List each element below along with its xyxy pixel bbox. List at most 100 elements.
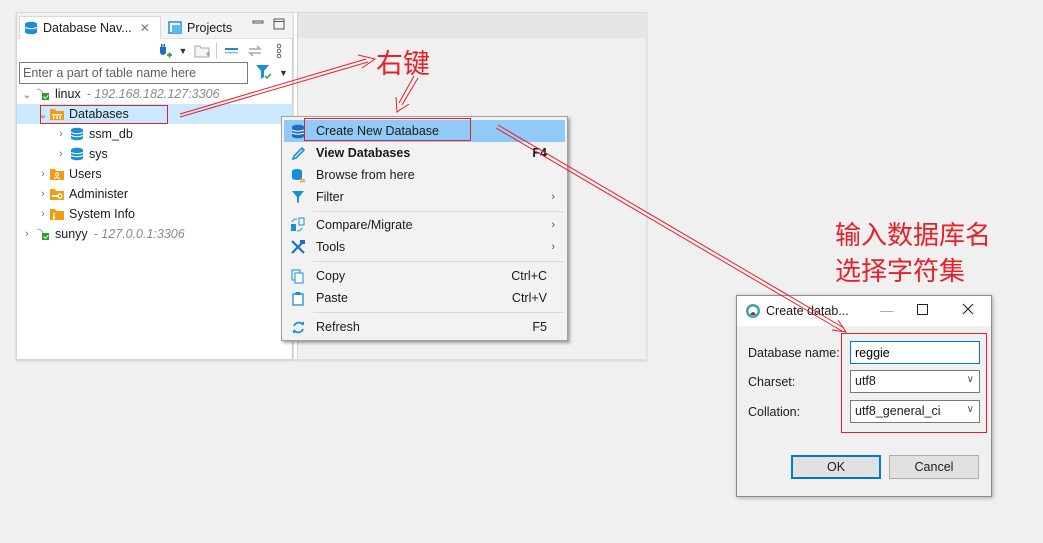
chevron-right-icon[interactable]: › bbox=[37, 208, 49, 220]
tree-item-administer[interactable]: › Administer bbox=[17, 184, 293, 204]
menu-item-copy[interactable]: Copy Ctrl+C bbox=[284, 265, 565, 287]
context-menu: Create New Database View Databases F4 Br… bbox=[281, 116, 568, 341]
minimize-view-icon[interactable] bbox=[251, 18, 265, 32]
annotation-instruction-2: 选择字符集 bbox=[835, 257, 966, 287]
dropdown-arrow-icon[interactable]: ▼ bbox=[178, 43, 188, 59]
menu-item-filter[interactable]: Filter › bbox=[284, 186, 565, 208]
menu-item-tools[interactable]: Tools › bbox=[284, 236, 565, 258]
tree-item-label: Administer bbox=[69, 187, 129, 201]
connection-icon bbox=[35, 87, 51, 101]
menu-item-shortcut: F5 bbox=[532, 320, 547, 334]
collation-label: Collation: bbox=[748, 405, 801, 419]
compare-icon bbox=[287, 217, 309, 233]
tree-item-database-sys[interactable]: › sys bbox=[17, 144, 293, 164]
tab-label: Projects bbox=[187, 20, 233, 35]
maximize-window-icon[interactable] bbox=[912, 302, 932, 320]
database-icon bbox=[69, 147, 85, 161]
toolbar-divider bbox=[216, 43, 217, 59]
menu-item-shortcut: Ctrl+C bbox=[511, 269, 547, 283]
menu-item-refresh[interactable]: Refresh F5 bbox=[284, 316, 565, 338]
tree-item-connection-linux[interactable]: ⌄ linux - 192.168.182.127:3306 bbox=[17, 84, 293, 104]
filter-icon bbox=[255, 64, 273, 83]
users-folder-icon bbox=[49, 167, 65, 181]
minimize-window-icon[interactable]: — bbox=[877, 302, 897, 320]
new-connection-icon[interactable] bbox=[157, 43, 173, 59]
paste-icon bbox=[287, 290, 309, 306]
menu-item-label: Tools bbox=[316, 240, 346, 254]
menu-item-label: Paste bbox=[316, 291, 348, 305]
chevron-right-icon[interactable]: › bbox=[21, 228, 33, 240]
menu-item-shortcut: F4 bbox=[532, 146, 547, 160]
filter-icon bbox=[287, 189, 309, 205]
tree-item-users[interactable]: › Users bbox=[17, 164, 293, 184]
link-with-editor-icon[interactable] bbox=[247, 43, 263, 59]
annotation-box-create-db bbox=[304, 118, 471, 141]
annotation-box-dialog-fields bbox=[841, 333, 987, 433]
navigator-tab-bar: Database Nav... ✕ Projects bbox=[17, 13, 294, 39]
tree-item-database-ssm-db[interactable]: › ssm_db bbox=[17, 124, 293, 144]
close-tab-icon[interactable]: ✕ bbox=[140, 21, 150, 35]
tree-item-label: System Info bbox=[69, 207, 135, 221]
menu-item-view-databases[interactable]: View Databases F4 bbox=[284, 142, 565, 164]
menu-item-browse-from-here[interactable]: Browse from here bbox=[284, 164, 565, 186]
menu-item-label: Refresh bbox=[316, 320, 360, 334]
connection-host: - 192.168.182.127:3306 bbox=[86, 87, 220, 101]
menu-separator bbox=[313, 312, 563, 313]
charset-label: Charset: bbox=[748, 375, 796, 389]
chevron-down-icon[interactable]: ⌄ bbox=[21, 88, 33, 101]
database-icon bbox=[24, 21, 39, 35]
menu-item-shortcut: Ctrl+V bbox=[511, 291, 547, 305]
tab-database-navigator[interactable]: Database Nav... ✕ bbox=[19, 16, 161, 39]
navigator-toolbar: ▼ bbox=[17, 40, 294, 62]
menu-separator bbox=[313, 261, 563, 262]
annotation-instruction-1: 输入数据库名 bbox=[835, 221, 992, 251]
dialog-title-bar[interactable]: Create datab... — bbox=[737, 296, 991, 326]
dbeaver-app-icon bbox=[745, 303, 761, 322]
new-folder-icon[interactable] bbox=[194, 43, 212, 59]
chevron-right-icon[interactable]: › bbox=[37, 168, 49, 180]
menu-item-label: Copy bbox=[316, 269, 346, 283]
chevron-right-icon[interactable]: › bbox=[55, 128, 67, 140]
tree-item-connection-sunyy[interactable]: › sunyy - 127.0.0.1:3306 bbox=[17, 224, 293, 244]
tree-item-label: linux bbox=[55, 87, 81, 101]
menu-item-paste[interactable]: Paste Ctrl+V bbox=[284, 287, 565, 309]
menu-item-compare-migrate[interactable]: Compare/Migrate › bbox=[284, 214, 565, 236]
menu-item-label: Browse from here bbox=[316, 168, 415, 182]
pencil-icon bbox=[287, 145, 309, 161]
annotation-box-databases bbox=[40, 105, 168, 124]
annotation-right-click: 右键 bbox=[376, 49, 430, 80]
refresh-icon bbox=[287, 319, 309, 335]
submenu-arrow-icon: › bbox=[551, 241, 555, 253]
close-window-icon[interactable] bbox=[958, 302, 978, 320]
chevron-right-icon[interactable]: › bbox=[37, 188, 49, 200]
editor-tab-strip bbox=[298, 13, 647, 38]
administer-folder-icon bbox=[49, 187, 65, 201]
cancel-button[interactable]: Cancel bbox=[889, 455, 979, 479]
browse-icon bbox=[287, 167, 309, 183]
database-navigator-panel: Database Nav... ✕ Projects ▼ Enter a par… bbox=[16, 12, 294, 360]
connection-icon bbox=[35, 227, 51, 241]
submenu-arrow-icon: › bbox=[551, 191, 555, 203]
filter-settings-button[interactable]: ▼ bbox=[255, 64, 289, 82]
table-filter-input[interactable] bbox=[19, 62, 248, 84]
menu-item-label: Filter bbox=[316, 190, 344, 204]
ok-button[interactable]: OK bbox=[791, 455, 881, 479]
projects-icon bbox=[168, 20, 183, 35]
dropdown-arrow-icon[interactable]: ▼ bbox=[279, 68, 288, 78]
tree-item-label: sunyy bbox=[55, 227, 88, 241]
chevron-right-icon[interactable]: › bbox=[55, 148, 67, 160]
tree-item-system-info[interactable]: › System Info bbox=[17, 204, 293, 224]
menu-separator bbox=[313, 211, 563, 212]
database-name-label: Database name: bbox=[748, 346, 840, 360]
collapse-all-icon[interactable] bbox=[224, 43, 240, 59]
tree-item-label: sys bbox=[89, 147, 108, 161]
submenu-arrow-icon: › bbox=[551, 219, 555, 231]
connection-host: - 127.0.0.1:3306 bbox=[93, 227, 185, 241]
tree-item-label: Users bbox=[69, 167, 102, 181]
menu-item-label: View Databases bbox=[316, 146, 411, 160]
tab-projects[interactable]: Projects bbox=[164, 16, 242, 39]
maximize-view-icon[interactable] bbox=[272, 18, 286, 32]
tab-label: Database Nav... bbox=[43, 21, 132, 35]
dialog-title: Create datab... bbox=[766, 304, 849, 318]
more-options-icon[interactable] bbox=[275, 43, 283, 59]
